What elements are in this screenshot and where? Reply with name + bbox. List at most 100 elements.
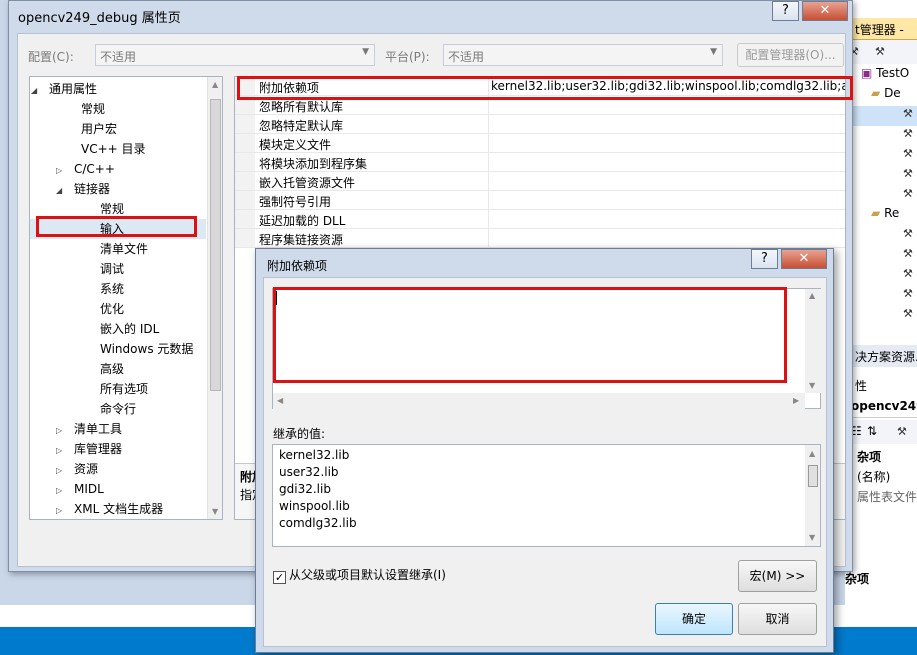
tree-item[interactable]: 所有选项 [30,379,206,399]
tree-item[interactable]: ▷ 清单工具 [30,419,206,439]
collapsed-icon[interactable]: ▷ [56,461,66,481]
scroll-up-icon[interactable]: ▲ [809,449,815,458]
tree-item[interactable]: 常规 [30,99,206,119]
wrench-icon[interactable]: ⚒ [875,46,887,58]
scroll-down-icon[interactable]: ▼ [809,533,815,542]
tree-item[interactable]: 命令行 [30,399,206,419]
tree-item[interactable]: ▷ MIDL [30,479,206,499]
solution-explorer-toolbar[interactable]: ⚒ ⚒ [845,40,917,64]
platform-combo[interactable]: 不适用 ▼ [443,44,723,66]
tree-item[interactable]: 用户宏 [30,119,206,139]
collapsed-icon[interactable]: ▷ [56,421,66,441]
solution-tree-item[interactable]: ⚒ [845,126,917,146]
collapsed-icon[interactable]: ▷ [56,441,66,461]
help-button[interactable]: ? [751,249,778,269]
tree-item[interactable]: ▷ 库管理器 [30,439,206,459]
inherited-scroll-thumb[interactable] [808,465,818,487]
ok-button[interactable]: 确定 [655,603,733,635]
inherited-scrollbar[interactable]: ▲ ▼ [805,445,820,546]
solution-tree-item[interactable]: ▰ Re [845,206,917,226]
grid-row-gutter [235,172,255,190]
solution-tree-item[interactable]: ⚒ [845,166,917,186]
grid-row[interactable]: 忽略特定默认库 [235,115,845,134]
grid-row[interactable]: 强制符号引用 [235,191,845,210]
config-label: 配置(C): [28,50,74,64]
solution-explorer-tab[interactable]: 决方案资源. [845,345,917,367]
expanded-icon[interactable]: ◢ [56,181,66,201]
grid-column-separator [488,153,489,171]
tree-item[interactable]: 调试 [30,259,206,279]
tree-item-label: 通用属性 [49,82,98,96]
scroll-up-icon[interactable]: ▲ [809,291,815,300]
wrench-icon[interactable]: ⚒ [897,426,909,438]
tree-item[interactable]: ▷ XML 文档生成器 [30,499,206,519]
wrench-icon: ⚒ [903,307,913,320]
tree-item[interactable]: 优化 [30,299,206,319]
collapsed-icon[interactable]: ▷ [56,161,66,181]
grid-row[interactable]: 将模块添加到程序集 [235,153,845,172]
config-combo[interactable]: 不适用 ▼ [95,44,375,66]
tree-item[interactable]: VC++ 目录 [30,139,206,159]
tree-item[interactable]: ▷ C/C++ [30,159,206,179]
property-tree[interactable]: ◢ 通用属性 常规 用户宏 VC++ 目录 ▷ C/C++ ◢ 链接器 常规 输入 清单文件 调试 系统优… [29,76,223,520]
properties-object[interactable]: opencv249_d [845,396,917,418]
highlight-box-additional-deps [237,76,853,100]
grid-row[interactable]: 延迟加载的 DLL [235,210,845,229]
inherit-checkbox[interactable]: ✓ [273,571,286,584]
wrench-icon: ⚒ [903,187,913,200]
tree-item[interactable]: ◢ 通用属性 [30,79,206,99]
solution-tree-item[interactable]: ▣ TestO [845,66,917,86]
scroll-up-icon[interactable]: ▲ [212,80,218,89]
scroll-down-icon[interactable]: ▼ [212,507,218,516]
macro-button[interactable]: 宏(M) >> [738,560,817,592]
inherited-values-list[interactable]: kernel32.lib user32.lib gdi32.lib winspool.… [272,444,821,547]
solution-tree-item[interactable]: ⚒ [845,286,917,306]
solution-tree-item[interactable]: ▰ De [845,86,917,106]
tree-item-label: 清单文件 [100,242,149,256]
tree-item-label: C/C++ [74,162,115,176]
solution-tree-item[interactable]: ⚒ [845,306,917,326]
grid-row[interactable]: 程序集链接资源 [235,229,845,248]
config-manager-button[interactable]: 配置管理器(O)... [737,43,844,67]
collapsed-icon[interactable]: ▷ [56,501,66,519]
solution-tree-item[interactable]: ⚒ [845,106,917,126]
solution-explorer-pane: t管理器 - ⚒ ⚒ ▣ TestO ▰ De ⚒ ⚒ ⚒ ⚒ ⚒ ▰ Re ⚒… [845,0,917,655]
grid-row[interactable]: 模块定义文件 [235,134,845,153]
tree-item[interactable]: 系统 [30,279,206,299]
collapsed-icon[interactable]: ▷ [56,481,66,501]
properties-file-row[interactable]: 属性表文件 [845,488,917,506]
solution-tree-item[interactable]: ⚒ [845,186,917,206]
help-button[interactable]: ? [772,1,799,21]
expanded-icon[interactable]: ◢ [31,81,41,101]
edit-horizontal-scrollbar[interactable]: ◀ ▶ [273,393,805,409]
solution-tree-item[interactable]: ⚒ [845,246,917,266]
solution-tree-item[interactable]: ⚒ [845,226,917,246]
solution-tree-item[interactable]: ⚒ [845,266,917,286]
tree-item[interactable]: Windows 元数据 [30,339,206,359]
grid-row[interactable]: 嵌入托管资源文件 [235,172,845,191]
sub-dialog-title: 附加依赖项 [267,259,328,273]
tree-item[interactable]: 嵌入的 IDL [30,319,206,339]
close-button[interactable]: ✕ [802,1,848,21]
inherit-checkbox-label: 从父级或项目默认设置继承(I) [289,568,446,582]
tree-item[interactable]: ◢ 链接器 [30,179,206,199]
tree-item[interactable]: 清单文件 [30,239,206,259]
sort-alpha-icon[interactable]: ⇅ [867,424,877,438]
tree-item[interactable]: ▷ 资源 [30,459,206,479]
grid-row-gutter [235,115,255,133]
close-button[interactable]: ✕ [781,249,827,269]
grid-row-name: 程序集链接资源 [259,233,344,247]
tree-scrollbar[interactable]: ▲ ▼ [207,77,222,519]
scroll-right-icon[interactable]: ▶ [793,396,799,405]
properties-toolbar[interactable]: ☷ ⇅ ⚒ [845,420,917,444]
edit-vertical-scrollbar[interactable]: ▲ ▼ [805,289,821,393]
solution-tree-item[interactable]: ⚒ [845,146,917,166]
tree-scroll-thumb[interactable] [210,99,221,391]
inherit-checkbox-row[interactable]: ✓ 从父级或项目默认设置继承(I) [273,566,446,584]
scroll-down-icon[interactable]: ▼ [809,381,815,390]
cancel-button[interactable]: 取消 [738,603,817,635]
tree-item[interactable]: 高级 [30,359,206,379]
tree-item-label: 嵌入的 IDL [100,322,160,336]
wrench-icon: ⚒ [903,227,913,240]
scroll-left-icon[interactable]: ◀ [277,396,283,405]
